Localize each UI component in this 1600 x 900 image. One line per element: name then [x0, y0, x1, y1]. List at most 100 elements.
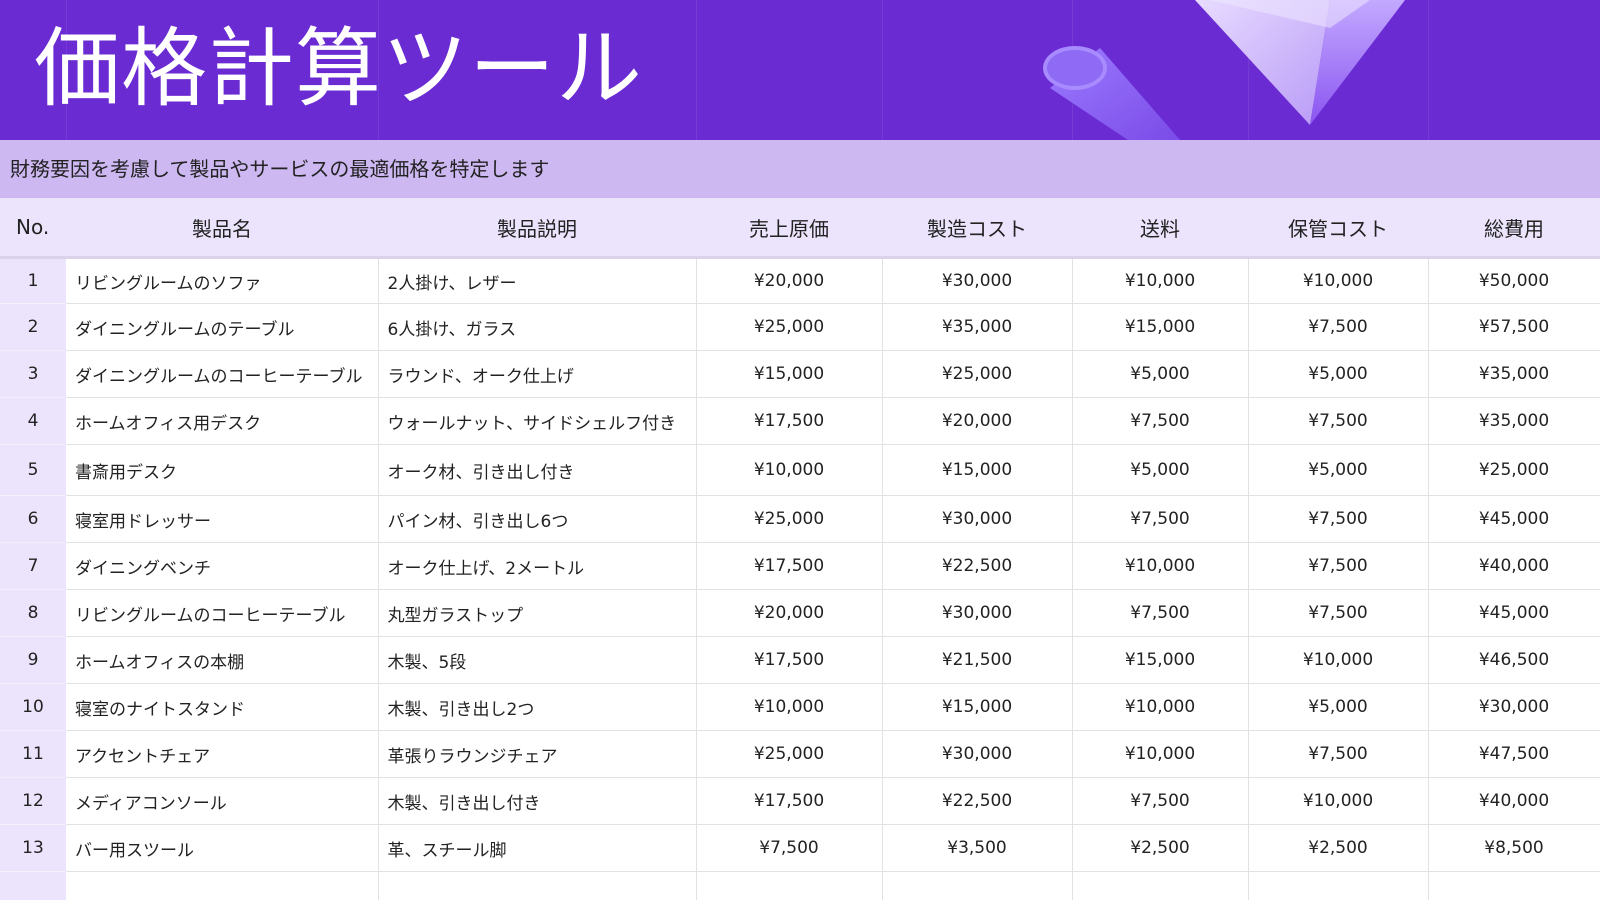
product-description-cell[interactable]: オーク材、引き出し付き [378, 444, 697, 496]
storage-cost-cell[interactable]: ¥7,500 [1248, 730, 1429, 778]
storage-cost-cell[interactable]: ¥10,000 [1248, 777, 1429, 825]
storage-cost-cell[interactable]: ¥5,000 [1248, 444, 1429, 496]
empty-cell[interactable] [0, 871, 66, 900]
empty-cell[interactable] [66, 871, 379, 900]
product-name-cell[interactable]: ダイニングルームのテーブル [66, 303, 379, 351]
shipping-cell[interactable]: ¥7,500 [1072, 777, 1249, 825]
shipping-cell[interactable]: ¥15,000 [1072, 303, 1249, 351]
manufacturing-cost-cell[interactable]: ¥15,000 [882, 683, 1073, 731]
product-name-cell[interactable]: ダイニングルームのコーヒーテーブル [66, 350, 379, 398]
product-name-cell[interactable]: アクセントチェア [66, 730, 379, 778]
total-cost-cell[interactable]: ¥25,000 [1428, 444, 1600, 496]
row-number-cell[interactable]: 1 [0, 257, 66, 304]
total-cost-cell[interactable]: ¥40,000 [1428, 542, 1600, 590]
cost-of-goods-cell[interactable]: ¥17,500 [696, 777, 883, 825]
product-name-cell[interactable]: ダイニングベンチ [66, 542, 379, 590]
total-cost-cell[interactable]: ¥8,500 [1428, 824, 1600, 872]
cost-of-goods-cell[interactable]: ¥25,000 [696, 303, 883, 351]
row-number-cell[interactable]: 8 [0, 589, 66, 637]
product-description-cell[interactable]: ラウンド、オーク仕上げ [378, 350, 697, 398]
cost-of-goods-cell[interactable]: ¥10,000 [696, 683, 883, 731]
column-header-cost-of-goods[interactable]: 売上原価 [696, 198, 882, 259]
product-description-cell[interactable]: オーク仕上げ、2メートル [378, 542, 697, 590]
manufacturing-cost-cell[interactable]: ¥30,000 [882, 589, 1073, 637]
product-name-cell[interactable]: バー用スツール [66, 824, 379, 872]
storage-cost-cell[interactable]: ¥10,000 [1248, 636, 1429, 684]
column-header-manufacturing-cost[interactable]: 製造コスト [882, 198, 1072, 259]
manufacturing-cost-cell[interactable]: ¥30,000 [882, 730, 1073, 778]
cost-of-goods-cell[interactable]: ¥7,500 [696, 824, 883, 872]
row-number-cell[interactable]: 10 [0, 683, 66, 731]
row-number-cell[interactable]: 6 [0, 495, 66, 543]
product-description-cell[interactable]: 丸型ガラストップ [378, 589, 697, 637]
empty-cell[interactable] [1248, 871, 1429, 900]
cost-of-goods-cell[interactable]: ¥25,000 [696, 730, 883, 778]
storage-cost-cell[interactable]: ¥7,500 [1248, 495, 1429, 543]
product-description-cell[interactable]: 木製、5段 [378, 636, 697, 684]
empty-cell[interactable] [882, 871, 1073, 900]
shipping-cell[interactable]: ¥5,000 [1072, 350, 1249, 398]
product-description-cell[interactable]: 2人掛け、レザー [378, 257, 697, 304]
total-cost-cell[interactable]: ¥45,000 [1428, 495, 1600, 543]
total-cost-cell[interactable]: ¥47,500 [1428, 730, 1600, 778]
shipping-cell[interactable]: ¥10,000 [1072, 542, 1249, 590]
total-cost-cell[interactable]: ¥35,000 [1428, 350, 1600, 398]
column-header-product-name[interactable]: 製品名 [66, 198, 378, 259]
product-description-cell[interactable]: 6人掛け、ガラス [378, 303, 697, 351]
cost-of-goods-cell[interactable]: ¥25,000 [696, 495, 883, 543]
storage-cost-cell[interactable]: ¥7,500 [1248, 542, 1429, 590]
manufacturing-cost-cell[interactable]: ¥22,500 [882, 542, 1073, 590]
empty-cell[interactable] [696, 871, 883, 900]
cost-of-goods-cell[interactable]: ¥15,000 [696, 350, 883, 398]
storage-cost-cell[interactable]: ¥5,000 [1248, 683, 1429, 731]
shipping-cell[interactable]: ¥7,500 [1072, 397, 1249, 445]
product-name-cell[interactable]: メディアコンソール [66, 777, 379, 825]
row-number-cell[interactable]: 5 [0, 444, 66, 496]
column-header-storage-cost[interactable]: 保管コスト [1248, 198, 1428, 259]
manufacturing-cost-cell[interactable]: ¥25,000 [882, 350, 1073, 398]
shipping-cell[interactable]: ¥2,500 [1072, 824, 1249, 872]
storage-cost-cell[interactable]: ¥7,500 [1248, 589, 1429, 637]
shipping-cell[interactable]: ¥7,500 [1072, 495, 1249, 543]
manufacturing-cost-cell[interactable]: ¥35,000 [882, 303, 1073, 351]
empty-cell[interactable] [1072, 871, 1249, 900]
product-name-cell[interactable]: ホームオフィスの本棚 [66, 636, 379, 684]
total-cost-cell[interactable]: ¥46,500 [1428, 636, 1600, 684]
column-header-shipping[interactable]: 送料 [1072, 198, 1248, 259]
storage-cost-cell[interactable]: ¥7,500 [1248, 397, 1429, 445]
row-number-cell[interactable]: 4 [0, 397, 66, 445]
cost-of-goods-cell[interactable]: ¥20,000 [696, 257, 883, 304]
manufacturing-cost-cell[interactable]: ¥21,500 [882, 636, 1073, 684]
row-number-cell[interactable]: 7 [0, 542, 66, 590]
cost-of-goods-cell[interactable]: ¥17,500 [696, 397, 883, 445]
product-name-cell[interactable]: 寝室のナイトスタンド [66, 683, 379, 731]
column-header-total-cost[interactable]: 総費用 [1428, 198, 1600, 259]
storage-cost-cell[interactable]: ¥7,500 [1248, 303, 1429, 351]
product-name-cell[interactable]: 書斎用デスク [66, 444, 379, 496]
product-description-cell[interactable]: 木製、引き出し付き [378, 777, 697, 825]
manufacturing-cost-cell[interactable]: ¥22,500 [882, 777, 1073, 825]
product-name-cell[interactable]: 寝室用ドレッサー [66, 495, 379, 543]
row-number-cell[interactable]: 12 [0, 777, 66, 825]
product-description-cell[interactable]: 革、スチール脚 [378, 824, 697, 872]
row-number-cell[interactable]: 3 [0, 350, 66, 398]
row-number-cell[interactable]: 13 [0, 824, 66, 872]
manufacturing-cost-cell[interactable]: ¥20,000 [882, 397, 1073, 445]
product-description-cell[interactable]: ウォールナット、サイドシェルフ付き [378, 397, 697, 445]
product-name-cell[interactable]: リビングルームのコーヒーテーブル [66, 589, 379, 637]
shipping-cell[interactable]: ¥15,000 [1072, 636, 1249, 684]
product-description-cell[interactable]: 革張りラウンジチェア [378, 730, 697, 778]
total-cost-cell[interactable]: ¥50,000 [1428, 257, 1600, 304]
row-number-cell[interactable]: 2 [0, 303, 66, 351]
product-description-cell[interactable]: 木製、引き出し2つ [378, 683, 697, 731]
total-cost-cell[interactable]: ¥35,000 [1428, 397, 1600, 445]
total-cost-cell[interactable]: ¥30,000 [1428, 683, 1600, 731]
column-header-product-description[interactable]: 製品説明 [378, 198, 696, 259]
total-cost-cell[interactable]: ¥40,000 [1428, 777, 1600, 825]
column-header-no[interactable]: No. [0, 198, 66, 259]
total-cost-cell[interactable]: ¥45,000 [1428, 589, 1600, 637]
product-name-cell[interactable]: リビングルームのソファ [66, 257, 379, 304]
product-description-cell[interactable]: パイン材、引き出し6つ [378, 495, 697, 543]
cost-of-goods-cell[interactable]: ¥10,000 [696, 444, 883, 496]
total-cost-cell[interactable]: ¥57,500 [1428, 303, 1600, 351]
